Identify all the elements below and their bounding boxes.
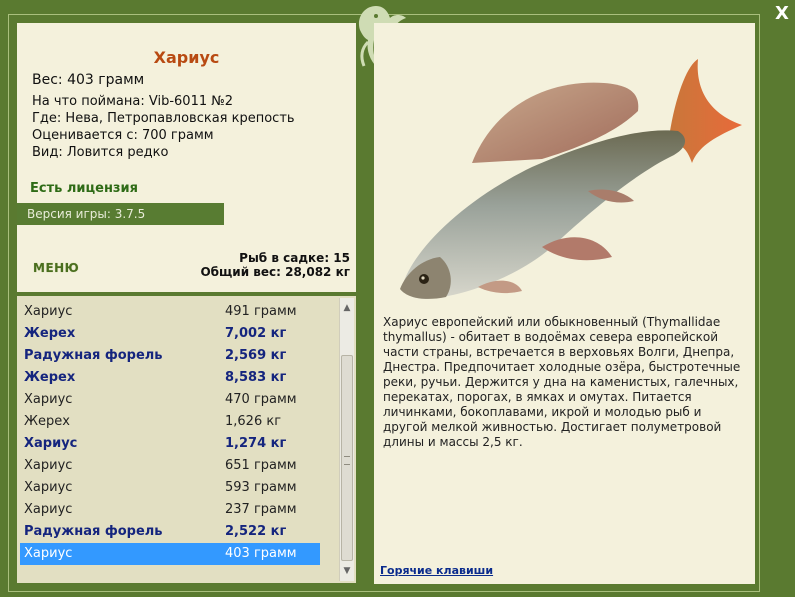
catch-row[interactable]: Хариус 470 грамм: [20, 389, 320, 411]
license-status: Есть лицензия: [30, 181, 138, 196]
caught-fish-weight: Вес: 403 грамм: [32, 72, 145, 88]
grayling-fish-image: [400, 59, 742, 299]
catch-name: Радужная форель: [24, 348, 163, 363]
catch-name: Хариус: [24, 546, 73, 561]
fish-description-text: Хариус европейский или обыкновенный (Thy…: [383, 315, 741, 449]
species-rarity-info: Вид: Ловится редко: [32, 145, 169, 160]
catch-name: Хариус: [24, 480, 73, 495]
catch-row[interactable]: Жерех 1,626 кг: [20, 411, 320, 433]
catch-row[interactable]: Радужная форель 2,569 кг: [20, 345, 320, 367]
catch-row[interactable]: Хариус 593 грамм: [20, 477, 320, 499]
game-version-bar: Версия игры: 3.7.5: [17, 203, 224, 225]
catch-row[interactable]: Хариус 1,274 кг: [20, 433, 320, 455]
catch-row[interactable]: Жерех 8,583 кг: [20, 367, 320, 389]
catch-name: Хариус: [24, 458, 73, 473]
catch-weight: 2,522 кг: [225, 524, 287, 539]
catch-weight: 237 грамм: [225, 502, 297, 517]
menu-button[interactable]: МЕНЮ: [33, 261, 79, 275]
catch-row[interactable]: Хариус 237 грамм: [20, 499, 320, 521]
catch-weight: 1,274 кг: [225, 436, 287, 451]
fish-in-net-count: Рыб в садке: 15: [239, 251, 350, 265]
scroll-down-arrow-icon[interactable]: ▼: [340, 563, 354, 579]
bait-info: На что поймана: Vib-6011 №2: [32, 94, 234, 109]
catch-weight: 491 грамм: [225, 304, 297, 319]
catch-name: Жерех: [24, 414, 70, 429]
catch-name: Жерех: [24, 370, 76, 385]
scrollbar-thumb[interactable]: [341, 355, 353, 561]
catch-row[interactable]: Хариус 403 грамм: [20, 543, 320, 565]
catch-weight: 593 грамм: [225, 480, 297, 495]
catch-weight: 470 грамм: [225, 392, 297, 407]
catch-name: Хариус: [24, 436, 78, 451]
close-icon[interactable]: X: [775, 3, 789, 24]
catch-name: Радужная форель: [24, 524, 163, 539]
catch-weight: 651 грамм: [225, 458, 297, 473]
catch-name: Хариус: [24, 502, 73, 517]
catch-weight: 1,626 кг: [225, 414, 282, 429]
grip-icon: [344, 456, 350, 465]
close-button[interactable]: X: [773, 5, 791, 23]
hotkeys-link[interactable]: Горячие клавиши: [380, 564, 493, 577]
catch-name: Жерех: [24, 326, 76, 341]
catch-name: Хариус: [24, 304, 73, 319]
catch-list[interactable]: Хариус 491 грамм Жерех 7,002 кг Радужная ф…: [17, 296, 356, 583]
scroll-up-arrow-icon[interactable]: ▲: [340, 300, 354, 316]
catch-name: Хариус: [24, 392, 73, 407]
catch-row[interactable]: Хариус 651 грамм: [20, 455, 320, 477]
caught-fish-name: Хариус: [153, 48, 220, 67]
catch-list-scrollbar[interactable]: ▲ ▼: [339, 298, 354, 581]
catch-weight: 8,583 кг: [225, 370, 287, 385]
catch-row[interactable]: Хариус 491 грамм: [20, 301, 320, 323]
catch-row[interactable]: Жерех 7,002 кг: [20, 323, 320, 345]
total-weight: Общий вес: 28,082 кг: [200, 265, 350, 279]
catch-row[interactable]: Радужная форель 2,522 кг: [20, 521, 320, 543]
fish-info-panel: Хариус Вес: 403 грамм На что поймана: Vi…: [17, 23, 356, 292]
catch-weight: 7,002 кг: [225, 326, 287, 341]
catch-weight: 2,569 кг: [225, 348, 287, 363]
location-info: Где: Нева, Петропавловская крепость: [32, 111, 295, 126]
fish-description-panel: Хариус европейский или обыкновенный (Thy…: [374, 23, 755, 584]
valuation-info: Оценивается с: 700 грамм: [32, 128, 214, 143]
catch-weight: 403 грамм: [225, 546, 297, 561]
